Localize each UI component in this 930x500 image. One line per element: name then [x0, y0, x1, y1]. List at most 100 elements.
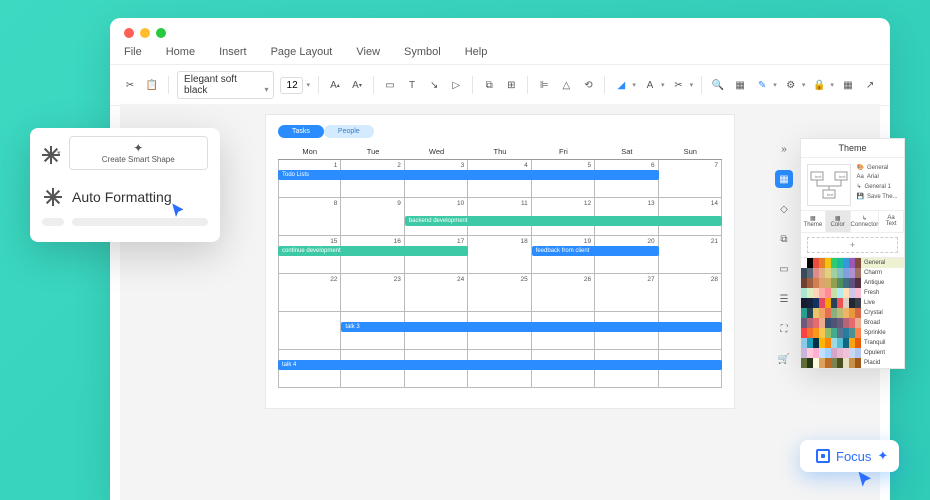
event-bar[interactable]: talk 3	[341, 322, 722, 332]
create-smart-shape-button[interactable]: ✦ Create Smart Shape	[69, 136, 208, 170]
slider-knob[interactable]	[42, 218, 64, 226]
menu-insert[interactable]: Insert	[219, 46, 247, 58]
cal-cell[interactable]: 22	[278, 274, 341, 312]
menu-home[interactable]: Home	[166, 46, 195, 58]
cal-cell[interactable]: 26	[532, 274, 595, 312]
theme-tab-theme[interactable]: ▦Theme	[801, 211, 826, 232]
cal-cell[interactable]	[278, 312, 341, 350]
focus-icon	[816, 449, 830, 463]
crop-icon[interactable]: ✂	[671, 76, 687, 94]
auto-format-popover: ▾ ✦ Create Smart Shape Auto Formatting	[30, 128, 220, 242]
theme-preview-box[interactable]: texttexttext	[807, 164, 851, 206]
cal-cell[interactable]: 25	[468, 274, 531, 312]
swatch-row[interactable]: Live	[801, 298, 904, 308]
event-bar[interactable]: feedback from client	[532, 246, 659, 256]
page-tabs: Tasks People	[278, 125, 722, 138]
pen-icon[interactable]: ✎	[754, 76, 770, 94]
increase-size-icon[interactable]: A▴	[327, 76, 343, 94]
swatch-row[interactable]: Opulent	[801, 348, 904, 358]
rail-layers-icon[interactable]: ⧉	[775, 230, 793, 248]
connector-icon[interactable]: ↘	[426, 76, 442, 94]
clipboard-icon[interactable]: 📋	[144, 76, 160, 94]
add-theme-button[interactable]: +	[807, 237, 898, 253]
cal-cell[interactable]: 27	[595, 274, 658, 312]
fill-icon[interactable]: ◢	[613, 76, 629, 94]
menu-page-layout[interactable]: Page Layout	[271, 46, 333, 58]
cal-cell[interactable]: 21	[659, 236, 722, 274]
swatch-row[interactable]: Tranquil	[801, 338, 904, 348]
close-dot[interactable]	[124, 28, 134, 38]
theme-attributes: 🎨General AaArial ↳General 1 💾Save The...	[857, 164, 899, 206]
font-select[interactable]: Elegant soft black	[177, 71, 274, 99]
rail-fit-icon[interactable]: ⛶	[775, 320, 793, 338]
canvas[interactable]: Tasks People MonTueWedThuFriSatSun123456…	[120, 104, 880, 500]
event-bar[interactable]: backend development	[405, 216, 722, 226]
save-icon: 💾	[857, 193, 864, 200]
theme-panel: Theme texttexttext 🎨General AaArial ↳Gen…	[800, 138, 905, 369]
decrease-size-icon[interactable]: A▾	[349, 76, 365, 94]
lock-icon[interactable]: 🔒	[811, 76, 827, 94]
rotate-icon[interactable]: ⟲	[580, 76, 596, 94]
align-icon[interactable]: ⊫	[536, 76, 552, 94]
event-bar[interactable]: Todo Lists	[278, 170, 659, 180]
search-icon[interactable]: 🔍	[710, 76, 726, 94]
font-size[interactable]: 12	[280, 77, 304, 94]
cal-cell[interactable]: 7	[659, 160, 722, 198]
pointer-icon[interactable]: ▷	[448, 76, 464, 94]
grid-icon[interactable]: ▦	[840, 76, 856, 94]
distribute-icon[interactable]: △	[558, 76, 574, 94]
swatch-row[interactable]: Charm	[801, 268, 904, 278]
swatch-row[interactable]: Antique	[801, 278, 904, 288]
rail-grid-icon[interactable]: ▦	[775, 170, 793, 188]
burst-icon[interactable]	[42, 146, 56, 160]
swatch-row[interactable]: Broad	[801, 318, 904, 328]
maximize-dot[interactable]	[156, 28, 166, 38]
focus-label: Focus	[836, 449, 871, 464]
font-color-icon[interactable]: A	[642, 76, 658, 94]
swatch-row[interactable]: Placid	[801, 358, 904, 368]
palette-icon: 🎨	[857, 164, 864, 171]
menu-help[interactable]: Help	[465, 46, 488, 58]
cal-cell[interactable]: 8	[278, 198, 341, 236]
menu-symbol[interactable]: Symbol	[404, 46, 441, 58]
rail-shape-icon[interactable]: ◇	[775, 200, 793, 218]
rail-cart-icon[interactable]: 🛒	[775, 350, 793, 368]
text-icon[interactable]: T	[404, 76, 420, 94]
cal-cell[interactable]: 23	[341, 274, 404, 312]
tab-tasks[interactable]: Tasks	[278, 125, 324, 138]
swatch-row[interactable]: General	[801, 258, 904, 268]
menu-file[interactable]: File	[124, 46, 142, 58]
swatch-label: Antique	[861, 280, 884, 286]
theme-tab-connector[interactable]: ↳Connector	[851, 211, 880, 232]
rail-collapse-icon[interactable]: »	[775, 140, 793, 158]
minimize-dot[interactable]	[140, 28, 150, 38]
options-icon[interactable]: ⚙	[783, 76, 799, 94]
theme-tabs: ▦Theme ▦Color ↳Connector AaText	[801, 210, 904, 233]
rail-outline-icon[interactable]: ☰	[775, 290, 793, 308]
cursor-icon	[170, 202, 188, 220]
cal-cell[interactable]: 9	[341, 198, 404, 236]
cut-icon[interactable]: ✂	[122, 76, 138, 94]
table-icon[interactable]: ▦	[732, 76, 748, 94]
theme-tab-color[interactable]: ▦Color	[826, 211, 851, 232]
document-page: Tasks People MonTueWedThuFriSatSun123456…	[265, 114, 735, 409]
focus-button[interactable]: Focus ✦	[800, 440, 899, 472]
theme-tab-text[interactable]: AaText	[879, 211, 904, 232]
cal-cell[interactable]: 18	[468, 236, 531, 274]
swatch-label: General	[861, 260, 885, 266]
swatch-row[interactable]: Crystal	[801, 308, 904, 318]
layers-icon[interactable]: ⧉	[481, 76, 497, 94]
cal-cell[interactable]: 28	[659, 274, 722, 312]
event-bar[interactable]: continue development	[278, 246, 468, 256]
swatch-row[interactable]: Sprinkle	[801, 328, 904, 338]
event-bar[interactable]: talk 4	[278, 360, 722, 370]
export-icon[interactable]: ↗	[862, 76, 878, 94]
rail-page-icon[interactable]: ▭	[775, 260, 793, 278]
group-icon[interactable]: ⊞	[503, 76, 519, 94]
menubar: File Home Insert Page Layout View Symbol…	[110, 18, 890, 64]
cal-cell[interactable]: 24	[405, 274, 468, 312]
swatch-row[interactable]: Fresh	[801, 288, 904, 298]
rectangle-icon[interactable]: ▭	[382, 76, 398, 94]
tab-people[interactable]: People	[324, 125, 374, 138]
menu-view[interactable]: View	[356, 46, 380, 58]
